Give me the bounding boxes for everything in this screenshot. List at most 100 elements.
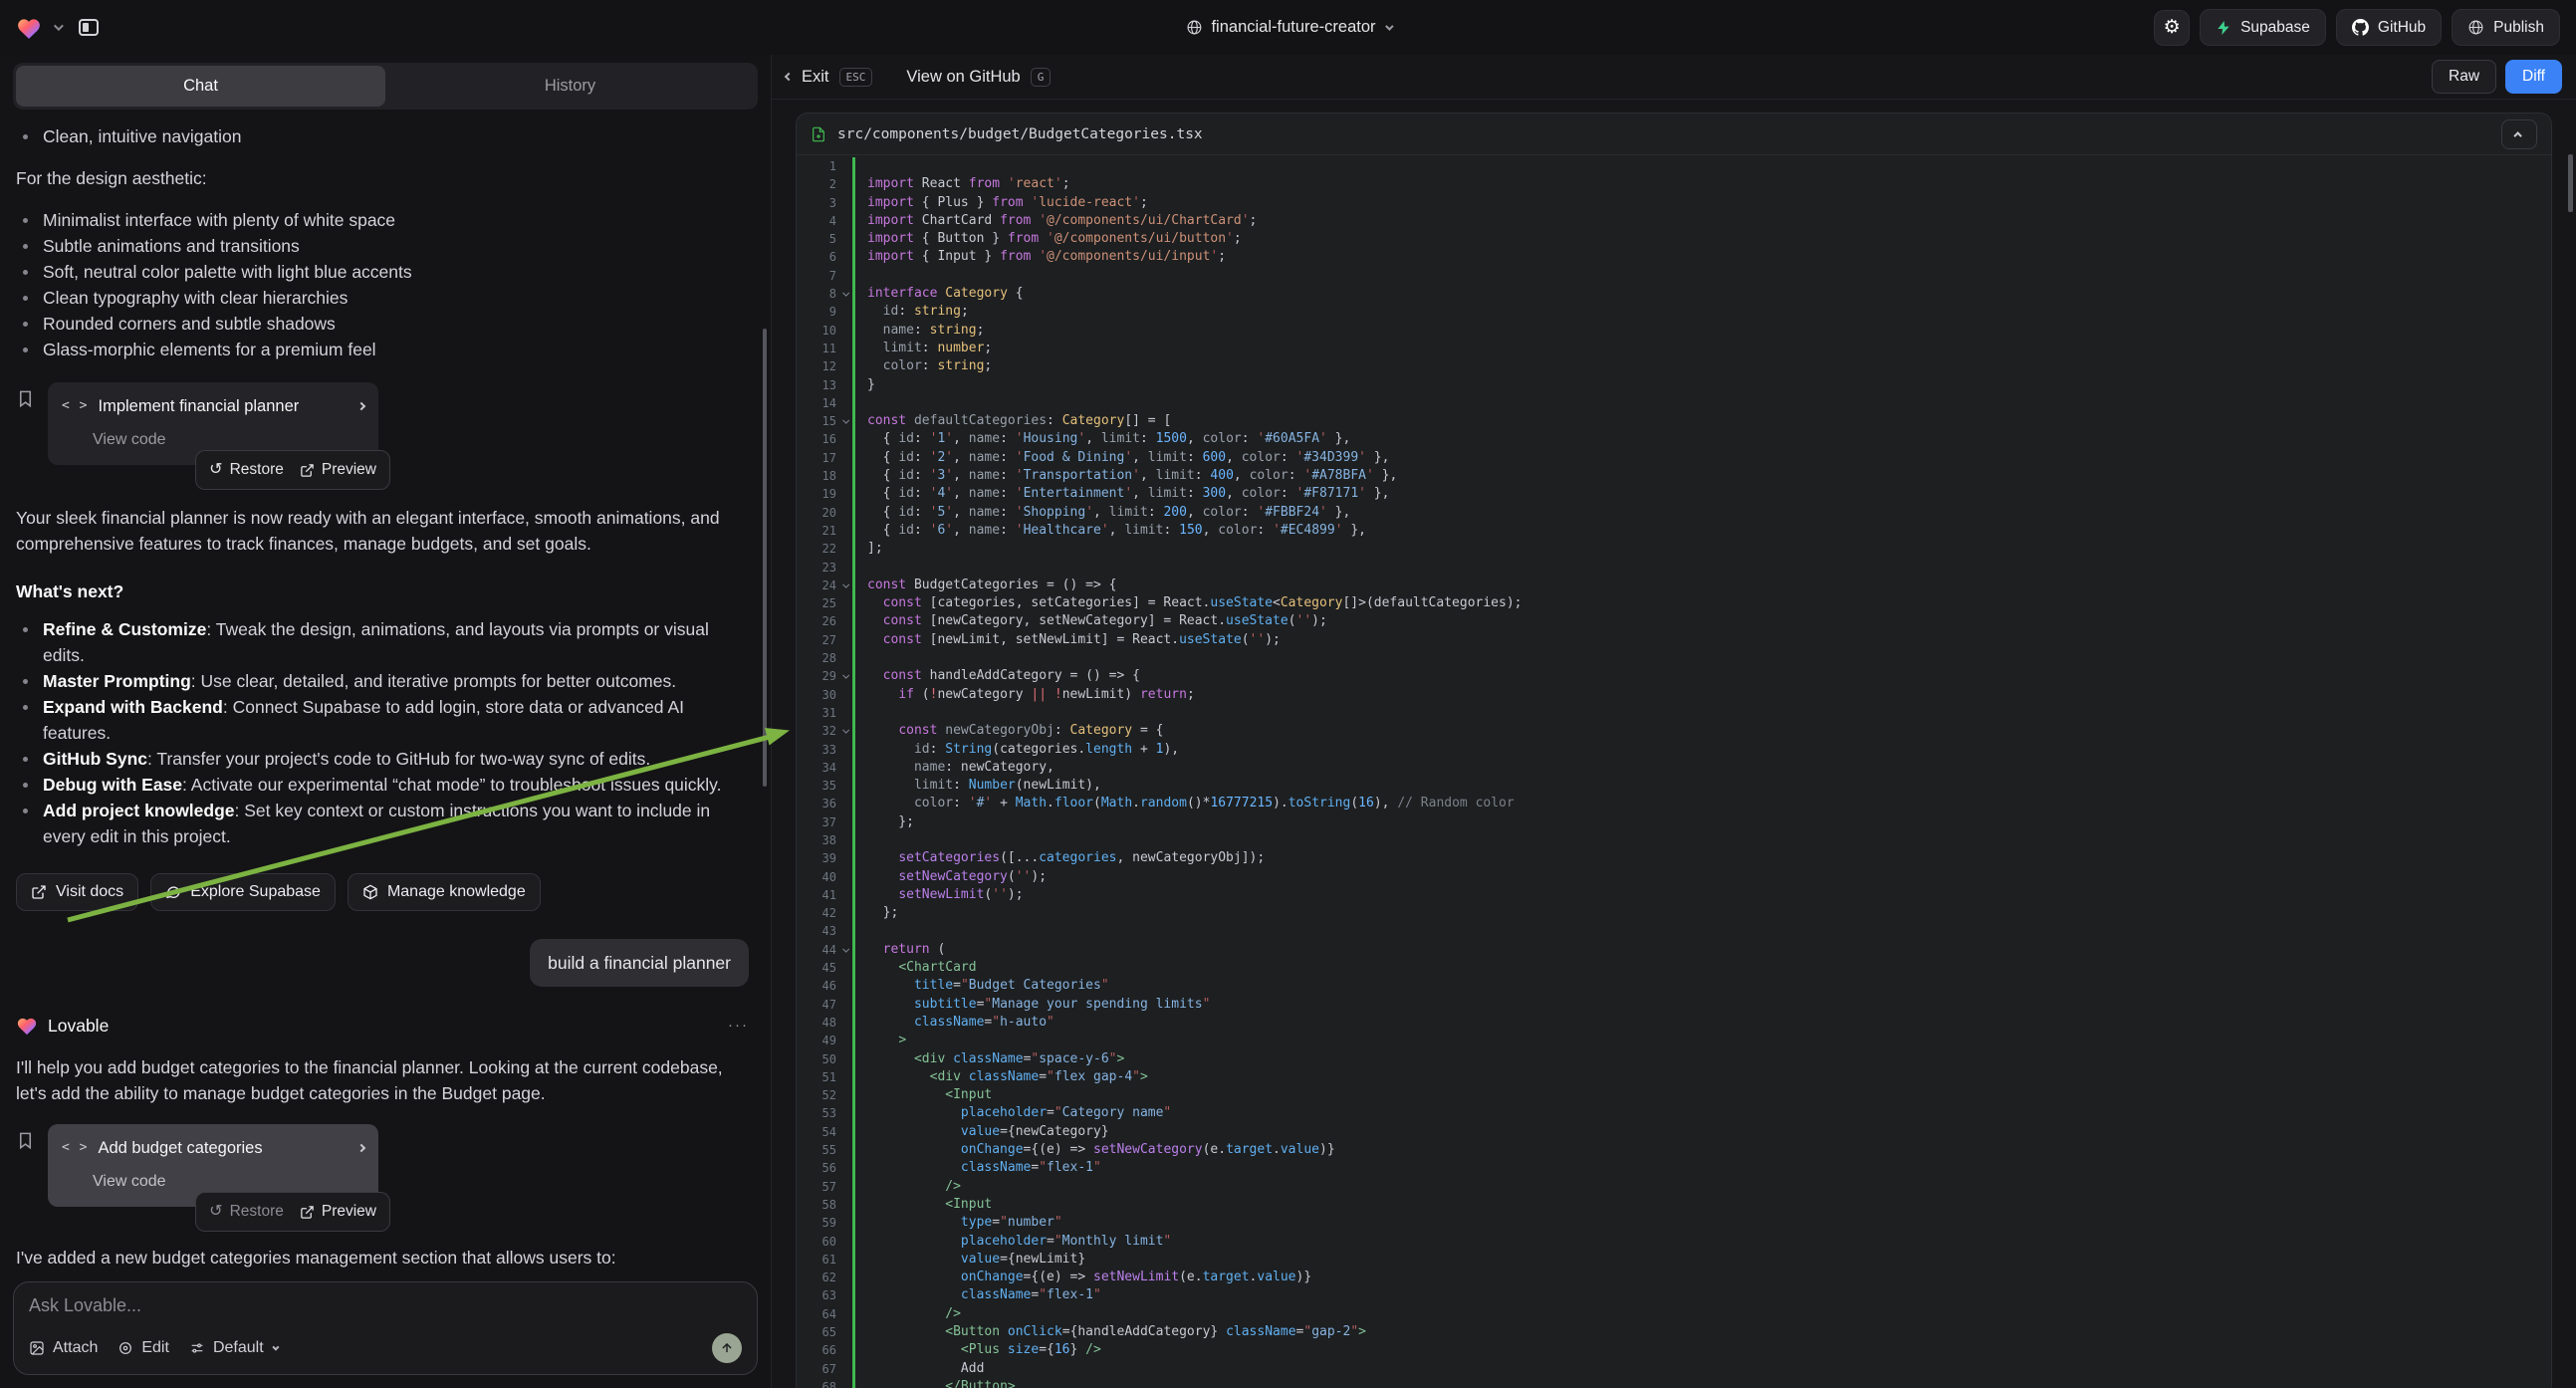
code-line: 18 { id: '3', name: 'Transportation', li… (797, 467, 2551, 485)
chat-message-list[interactable]: Clean, intuitive navigation For the desi… (0, 110, 771, 1272)
code-line: 43 (797, 922, 2551, 940)
line-number: 1 (797, 157, 836, 175)
send-button[interactable] (712, 1333, 742, 1363)
code-line: 53 placeholder="Category name" (797, 1104, 2551, 1122)
code-text: type="number" (852, 1214, 2551, 1232)
fold-toggle-icon[interactable] (836, 722, 852, 740)
explore-supabase-button[interactable]: Explore Supabase (150, 873, 336, 911)
code-text (852, 559, 2551, 577)
github-button[interactable]: GitHub (2336, 9, 2442, 46)
code-text: /> (852, 1178, 2551, 1196)
restore-button[interactable]: ↺Restore (209, 1199, 284, 1225)
code-line: 23 (797, 559, 2551, 577)
line-number: 8 (797, 285, 836, 303)
bookmark-icon[interactable] (16, 388, 35, 409)
code-scrollbar[interactable] (2568, 154, 2573, 212)
edit-button[interactable]: Edit (117, 1339, 169, 1357)
raw-button[interactable]: Raw (2432, 60, 2496, 94)
publish-button[interactable]: Publish (2452, 9, 2560, 46)
code-text: interface Category { (852, 285, 2551, 303)
code-line: 57 /> (797, 1178, 2551, 1196)
code-line: 68 </Button> (797, 1378, 2551, 1388)
fold-toggle-icon[interactable] (836, 667, 852, 685)
more-options-icon[interactable]: ··· (728, 1013, 749, 1039)
code-header: Exit ESC View on GitHub G Raw Diff (772, 55, 2576, 100)
project-switcher[interactable]: financial-future-creator (1185, 18, 1390, 37)
restore-button[interactable]: ↺Restore (209, 457, 284, 483)
code-line: 36 color: '#' + Math.floor(Math.random()… (797, 795, 2551, 812)
file-path-bar[interactable]: src/components/budget/BudgetCategories.t… (797, 114, 2551, 155)
top-bar: financial-future-creator ⚙ Supabase GitH… (0, 0, 2576, 55)
collapse-file-button[interactable] (2501, 119, 2537, 149)
code-line: 13} (797, 376, 2551, 394)
fold-gutter (836, 813, 852, 831)
fold-gutter (836, 175, 852, 193)
fold-gutter (836, 868, 852, 886)
preview-button[interactable]: Preview (300, 457, 376, 483)
version-card-add-budget-categories[interactable]: < > Add budget categories View code ↺Res… (48, 1124, 378, 1207)
code-panel: Exit ESC View on GitHub G Raw Diff src/c… (772, 55, 2576, 1388)
code-line: 45 <ChartCard (797, 959, 2551, 977)
sidebar-toggle-button[interactable] (71, 10, 107, 46)
code-text: name: string; (852, 322, 2551, 340)
version-card-implement-financial-planner[interactable]: < > Implement financial planner View cod… (48, 382, 378, 465)
line-number: 10 (797, 322, 836, 340)
fold-toggle-icon[interactable] (836, 285, 852, 303)
code-text: onChange={(e) => setNewCategory(e.target… (852, 1141, 2551, 1159)
diff-button[interactable]: Diff (2505, 60, 2562, 94)
line-number: 45 (797, 959, 836, 977)
code-line: 60 placeholder="Monthly limit" (797, 1233, 2551, 1251)
line-number: 54 (797, 1123, 836, 1141)
quick-action-row: Visit docs Explore Supabase Manage knowl… (16, 873, 749, 911)
publish-globe-icon (2467, 19, 2484, 36)
fold-toggle-icon[interactable] (836, 412, 852, 430)
fold-gutter (836, 1068, 852, 1086)
code-text: setNewLimit(''); (852, 886, 2551, 904)
manage-knowledge-button[interactable]: Manage knowledge (348, 873, 541, 911)
attach-button[interactable]: Attach (29, 1339, 98, 1357)
preview-button[interactable]: Preview (300, 1199, 376, 1225)
code-text (852, 922, 2551, 940)
chat-input[interactable] (29, 1295, 742, 1316)
line-number: 35 (797, 777, 836, 795)
settings-button[interactable]: ⚙ (2154, 10, 2190, 46)
code-editor[interactable]: 1 2import React from 'react';3import { P… (797, 155, 2551, 1388)
code-line: 32 const newCategoryObj: Category = { (797, 722, 2551, 740)
fold-toggle-icon[interactable] (836, 577, 852, 594)
chat-scrollbar[interactable] (763, 329, 767, 787)
view-on-github-button[interactable]: View on GitHub G (906, 68, 1051, 87)
code-text: color: '#' + Math.floor(Math.random()*16… (852, 795, 2551, 812)
tab-history[interactable]: History (385, 66, 755, 107)
line-number: 60 (797, 1233, 836, 1251)
project-chevron-icon (1385, 22, 1393, 30)
github-label: GitHub (2378, 19, 2426, 37)
code-line: 37 }; (797, 813, 2551, 831)
esc-kbd: ESC (839, 68, 873, 87)
lovable-logo-heart-icon[interactable] (16, 16, 42, 40)
exit-button[interactable]: Exit ESC (786, 68, 872, 87)
bookmark-icon[interactable] (16, 1130, 35, 1151)
code-text: color: string; (852, 357, 2551, 375)
line-number: 65 (797, 1323, 836, 1341)
code-text: <Input (852, 1196, 2551, 1214)
line-number: 6 (797, 248, 836, 266)
supabase-button[interactable]: Supabase (2200, 9, 2326, 46)
code-text: limit: Number(newLimit), (852, 777, 2551, 795)
fold-gutter (836, 430, 852, 448)
code-line: 9 id: string; (797, 303, 2551, 321)
line-number: 56 (797, 1159, 836, 1177)
tab-chat[interactable]: Chat (16, 66, 385, 107)
fold-gutter (836, 904, 852, 922)
fold-gutter (836, 504, 852, 522)
mode-select[interactable]: Default (189, 1339, 277, 1357)
line-number: 43 (797, 922, 836, 940)
publish-label: Publish (2493, 19, 2544, 37)
fold-toggle-icon[interactable] (836, 941, 852, 959)
logo-menu-chevron-icon[interactable] (54, 21, 64, 31)
line-number: 44 (797, 941, 836, 959)
code-text (852, 267, 2551, 285)
fold-gutter (836, 212, 852, 230)
visit-docs-button[interactable]: Visit docs (16, 873, 138, 911)
line-number: 51 (797, 1068, 836, 1086)
fold-gutter (836, 1141, 852, 1159)
